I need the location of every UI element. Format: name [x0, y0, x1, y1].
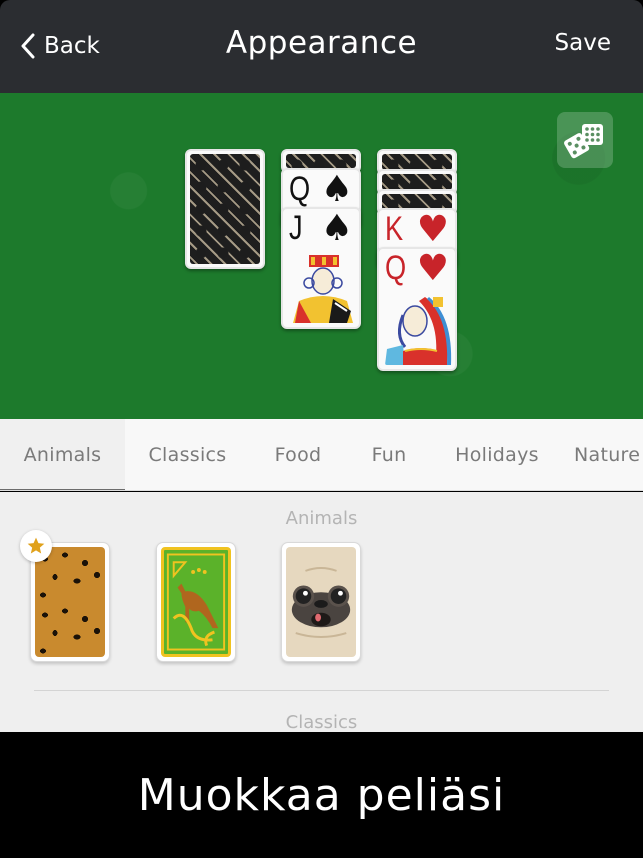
favorite-badge: [20, 530, 52, 562]
dice-icon: [564, 124, 603, 159]
spade-icon: ♠: [320, 169, 353, 210]
jack-face-illustration: [293, 255, 353, 323]
heart-icon: ♥: [416, 248, 449, 289]
card-back-pattern: [286, 154, 356, 168]
tab-animals[interactable]: Animals: [0, 419, 125, 490]
card-back-option-pug[interactable]: [281, 542, 361, 662]
kangaroo-illustration: [166, 553, 226, 651]
stock-pile-card[interactable]: [185, 149, 265, 269]
save-button[interactable]: Save: [555, 30, 611, 56]
tab-food[interactable]: Food: [250, 419, 346, 490]
kangaroo-pattern: [161, 547, 231, 657]
spade-icon: ♠: [320, 208, 353, 249]
shuffle-dice-button[interactable]: [557, 112, 613, 168]
section-heading-animals: Animals: [285, 508, 358, 529]
page-title: Appearance: [225, 25, 418, 61]
tab-holidays[interactable]: Holidays: [432, 419, 562, 490]
category-tabs: Animals Classics Food Fun Holidays Natur…: [0, 419, 643, 491]
leopard-pattern: [35, 547, 105, 657]
playing-card-jack-spades[interactable]: J ♠: [281, 207, 361, 329]
promo-caption: Muokkaa peliäsi: [0, 732, 643, 858]
navigation-bar: Back Appearance Save: [0, 0, 643, 93]
tab-nature[interactable]: Nature: [562, 419, 643, 490]
section-divider: [34, 690, 609, 691]
game-preview: Q ♠ J ♠ K ♥ Q ♥: [0, 93, 643, 419]
card-rank: J: [289, 209, 303, 247]
section-heading-classics: Classics: [285, 712, 358, 732]
card-rank: K: [385, 210, 404, 248]
heart-icon: ♥: [416, 209, 449, 250]
card-back-pattern: [382, 174, 452, 190]
card-back-gallery: Animals Classics: [0, 492, 643, 732]
playing-card-queen-hearts[interactable]: Q ♥: [377, 247, 457, 371]
star-icon: [27, 537, 45, 554]
card-rank: Q: [289, 170, 311, 208]
pug-illustration: [291, 567, 351, 638]
pug-pattern: [286, 547, 356, 657]
card-back-pattern: [190, 154, 260, 264]
queen-face-illustration: [385, 297, 452, 365]
tab-fun[interactable]: Fun: [346, 419, 432, 490]
tab-classics[interactable]: Classics: [125, 419, 250, 490]
card-back-option-kangaroo[interactable]: [156, 542, 236, 662]
card-rank: Q: [385, 249, 407, 287]
card-back-pattern: [382, 154, 452, 170]
